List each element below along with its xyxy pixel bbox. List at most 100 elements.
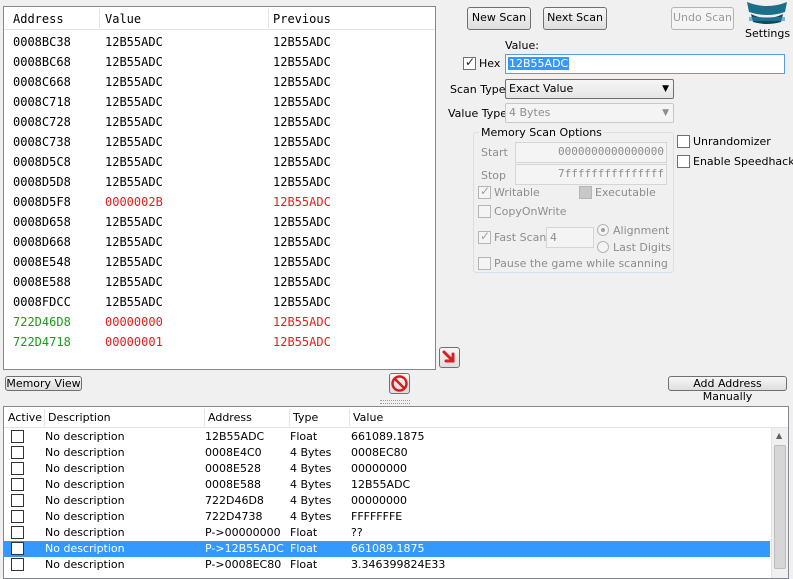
pause-game-checkbox[interactable] xyxy=(478,257,491,270)
value-type-select[interactable]: 4 Bytes ▼ xyxy=(505,103,674,123)
row-description: No description xyxy=(45,558,125,571)
scan-results-rows: 0008BC38 12B55ADC 12B55ADC 0008BC68 12B55ADC… xyxy=(4,33,435,353)
add-address-manually-button[interactable]: Add Address Manually xyxy=(668,376,787,403)
result-previous: 12B55ADC xyxy=(273,175,331,189)
result-address: 0008E548 xyxy=(13,255,71,269)
header-address[interactable]: Address xyxy=(13,12,64,26)
scan-result-row[interactable]: 0008D5C8 12B55ADC 12B55ADC xyxy=(4,153,435,173)
row-description: No description xyxy=(45,510,125,523)
scan-type-select[interactable]: Exact Value ▼ xyxy=(505,79,674,99)
writable-checkbox[interactable]: ✓ xyxy=(478,184,491,199)
alignment-radio[interactable] xyxy=(597,224,609,236)
row-type: 4 Bytes xyxy=(290,478,332,491)
active-checkbox[interactable] xyxy=(11,542,24,555)
enable-speedhack-checkbox[interactable] xyxy=(677,155,690,168)
next-scan-button[interactable]: Next Scan xyxy=(543,7,607,30)
scroll-up-arrow-icon[interactable]: ▲ xyxy=(776,431,782,440)
last-digits-radio[interactable] xyxy=(597,241,609,253)
cheat-engine-logo[interactable] xyxy=(745,0,789,26)
address-list-scrollbar[interactable]: ▲ xyxy=(771,428,788,578)
scan-results-list[interactable]: Address Value Previous 0008BC38 12B55ADC 1… xyxy=(3,6,436,370)
executable-checkbox[interactable] xyxy=(579,186,592,199)
scan-result-row[interactable]: 0008BC38 12B55ADC 12B55ADC xyxy=(4,33,435,53)
row-address: 12B55ADC xyxy=(205,430,265,443)
result-value: 12B55ADC xyxy=(105,275,163,289)
header-type[interactable]: Type xyxy=(293,411,318,424)
scan-result-row[interactable]: 0008C738 12B55ADC 12B55ADC xyxy=(4,133,435,153)
address-list-row[interactable]: No description 0008E588 4 Bytes 12B55ADC xyxy=(4,477,770,493)
scan-result-row[interactable]: 0008D658 12B55ADC 12B55ADC xyxy=(4,213,435,233)
start-input[interactable]: 0000000000000000 xyxy=(515,142,667,163)
enable-speedhack-label: Enable Speedhack xyxy=(693,155,793,168)
header-address[interactable]: Address xyxy=(208,411,252,424)
scan-result-row[interactable]: 722D4718 00000001 12B55ADC xyxy=(4,333,435,353)
stop-input[interactable]: 7fffffffffffffff xyxy=(515,164,667,185)
row-type: Float xyxy=(290,542,318,555)
result-value: 12B55ADC xyxy=(105,95,163,109)
row-type: Float xyxy=(290,558,318,571)
fast-scan-label: Fast Scan xyxy=(494,231,547,244)
result-previous: 12B55ADC xyxy=(273,235,331,249)
result-previous: 12B55ADC xyxy=(273,215,331,229)
address-list-row[interactable]: No description 722D46D8 4 Bytes 00000000 xyxy=(4,493,770,509)
scroll-thumb[interactable] xyxy=(774,445,786,569)
active-checkbox[interactable] xyxy=(11,494,24,507)
copyonwrite-checkbox[interactable] xyxy=(478,205,491,218)
address-list-row[interactable]: No description P->12B55ADC Float 661089.187… xyxy=(4,541,770,557)
address-list-row[interactable]: No description 722D4738 4 Bytes FFFFFFFE xyxy=(4,509,770,525)
address-list-row[interactable]: No description 0008E4C0 4 Bytes 0008EC80 xyxy=(4,445,770,461)
header-active[interactable]: Active xyxy=(8,411,42,424)
result-address: 0008D5D8 xyxy=(13,175,71,189)
active-checkbox[interactable] xyxy=(11,430,24,443)
active-checkbox[interactable] xyxy=(11,526,24,539)
settings-link[interactable]: Settings xyxy=(745,27,790,40)
address-list-row[interactable]: No description 12B55ADC Float 661089.1875 xyxy=(4,429,770,445)
result-address: 0008D668 xyxy=(13,235,71,249)
scan-result-row[interactable]: 0008D5D8 12B55ADC 12B55ADC xyxy=(4,173,435,193)
header-value[interactable]: Value xyxy=(105,12,141,26)
scan-result-row[interactable]: 0008D5F8 0000002B 12B55ADC xyxy=(4,193,435,213)
header-value[interactable]: Value xyxy=(353,411,383,424)
fast-scan-checkbox[interactable]: ✓ xyxy=(478,229,491,244)
value-input[interactable]: 12B55ADC xyxy=(505,54,785,74)
check-icon: ✓ xyxy=(480,184,491,198)
row-description: No description xyxy=(45,446,125,459)
header-previous[interactable]: Previous xyxy=(273,12,331,26)
new-scan-button[interactable]: New Scan xyxy=(467,7,531,30)
row-address: 0008E528 xyxy=(205,462,261,475)
address-list-row[interactable]: No description P->00000000 Float?? xyxy=(4,525,770,541)
row-address: 722D4738 xyxy=(205,510,263,523)
result-value: 12B55ADC xyxy=(105,115,163,129)
memory-view-button[interactable]: Memory View xyxy=(5,376,82,391)
clear-list-button[interactable] xyxy=(389,373,410,394)
unrandomizer-checkbox[interactable] xyxy=(677,135,690,148)
header-description[interactable]: Description xyxy=(48,411,111,424)
scan-result-row[interactable]: 0008E548 12B55ADC 12B55ADC xyxy=(4,253,435,273)
row-type: Float xyxy=(290,430,318,443)
scan-result-row[interactable]: 0008C728 12B55ADC 12B55ADC xyxy=(4,113,435,133)
scan-result-row[interactable]: 0008C718 12B55ADC 12B55ADC xyxy=(4,93,435,113)
hex-checkbox[interactable]: ✓ xyxy=(463,55,476,70)
scan-result-row[interactable]: 0008FDCC 12B55ADC 12B55ADC xyxy=(4,293,435,313)
scan-result-row[interactable]: 0008D668 12B55ADC 12B55ADC xyxy=(4,233,435,253)
active-checkbox[interactable] xyxy=(11,478,24,491)
scan-result-row[interactable]: 0008BC68 12B55ADC 12B55ADC xyxy=(4,53,435,73)
result-previous: 12B55ADC xyxy=(273,255,331,269)
executable-label: Executable xyxy=(595,186,656,199)
scan-type-value: Exact Value xyxy=(509,82,574,95)
address-list[interactable]: Active Description Address Type Value No… xyxy=(3,406,789,579)
add-selected-to-list-button[interactable] xyxy=(439,347,460,368)
result-value: 12B55ADC xyxy=(105,215,163,229)
scan-result-row[interactable]: 0008C668 12B55ADC 12B55ADC xyxy=(4,73,435,93)
panel-splitter[interactable] xyxy=(380,400,410,404)
active-checkbox[interactable] xyxy=(11,446,24,459)
address-list-row[interactable]: No description 0008E528 4 Bytes 00000000 xyxy=(4,461,770,477)
active-checkbox[interactable] xyxy=(11,510,24,523)
active-checkbox[interactable] xyxy=(11,462,24,475)
address-list-row[interactable]: No description P->0008EC80 Float 3.34639982… xyxy=(4,557,770,573)
scan-result-row[interactable]: 0008E588 12B55ADC 12B55ADC xyxy=(4,273,435,293)
active-checkbox[interactable] xyxy=(11,558,24,571)
scan-result-row[interactable]: 722D46D8 00000000 12B55ADC xyxy=(4,313,435,333)
fast-scan-input[interactable]: 4 xyxy=(546,227,594,248)
undo-scan-button[interactable]: Undo Scan xyxy=(671,7,734,30)
